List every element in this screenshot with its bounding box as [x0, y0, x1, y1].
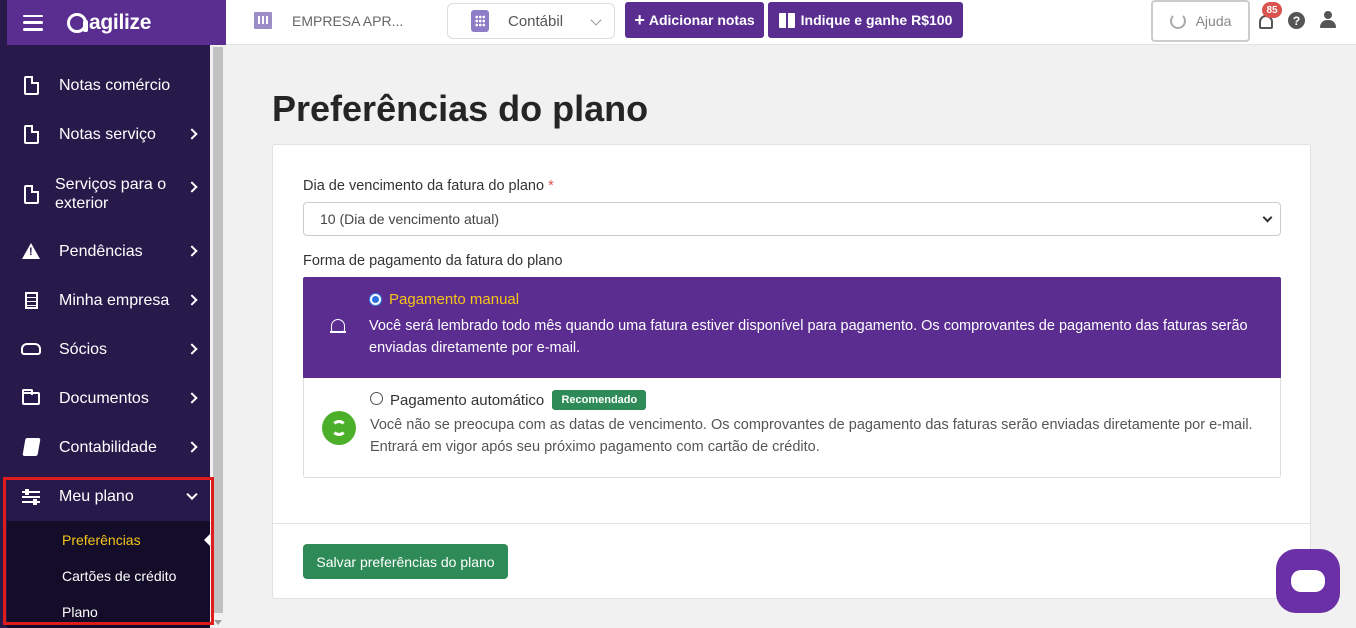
radio-automatic[interactable] — [370, 392, 383, 405]
submenu-item-cartoes[interactable]: Cartões de crédito — [62, 568, 176, 584]
chevron-down-icon — [1262, 212, 1273, 223]
save-preferences-button[interactable]: Salvar preferências do plano — [303, 544, 508, 579]
handshake-icon — [21, 343, 41, 355]
sidebar-item-label: Pendências — [59, 242, 143, 260]
sidebar-item-label: Notas comércio — [59, 76, 171, 94]
due-day-select[interactable]: 10 (Dia de vencimento atual) — [303, 202, 1281, 236]
chevron-down-icon — [590, 14, 602, 26]
add-notes-label: Adicionar notas — [648, 12, 755, 28]
add-notes-button[interactable]: + Adicionar notas — [625, 2, 764, 38]
sidebar-item-contabilidade[interactable]: Contabilidade — [7, 435, 210, 459]
chevron-right-icon — [186, 181, 198, 193]
company-building-icon — [254, 12, 272, 29]
sidebar-item-minha-empresa[interactable]: Minha empresa — [7, 288, 210, 312]
sidebar-item-label: Documentos — [59, 389, 149, 407]
brand-bar: agilize — [7, 0, 226, 45]
preferences-card: Dia de vencimento da fatura do plano * 1… — [272, 144, 1311, 599]
document-icon — [23, 184, 39, 204]
sidebar-item-documentos[interactable]: Documentos — [7, 386, 210, 410]
plus-icon: + — [634, 10, 645, 30]
sidebar-item-socios[interactable]: Sócios — [7, 337, 210, 361]
chevron-right-icon — [186, 441, 198, 453]
automatic-title-text: Pagamento automático — [390, 392, 545, 409]
sidebar-item-label: Sócios — [59, 340, 108, 358]
recommended-badge: Recomendado — [552, 390, 647, 410]
due-day-value: 10 (Dia de vencimento atual) — [320, 211, 499, 227]
manual-title: Pagamento manual — [389, 291, 520, 308]
page-title: Preferências do plano — [272, 88, 649, 129]
scrollbar-thumb[interactable] — [213, 47, 223, 613]
sync-icon — [322, 411, 356, 445]
payment-option-manual[interactable]: Pagamento manual Você será lembrado todo… — [303, 277, 1281, 378]
chevron-right-icon — [186, 128, 198, 140]
sidebar-item-meu-plano[interactable]: Meu plano — [7, 484, 210, 508]
bell-icon — [330, 318, 346, 336]
calculator-icon — [471, 10, 489, 32]
help-button[interactable]: Ajuda — [1151, 0, 1250, 42]
book-icon — [21, 438, 41, 456]
document-icon — [23, 124, 39, 144]
sidebar-item-label: Meu plano — [59, 487, 134, 505]
sidebar-item-label: Serviços para o exterior — [55, 176, 167, 212]
payment-option-automatic[interactable]: Pagamento automático Recomendado Você nã… — [303, 378, 1281, 478]
module-label: Contábil — [508, 12, 564, 30]
sidebar-item-label: Contabilidade — [59, 438, 157, 456]
help-refresh-icon — [1169, 13, 1186, 29]
chat-bubble-icon — [1291, 570, 1325, 592]
sidebar-item-notas-comercio[interactable]: Notas comércio — [7, 73, 210, 97]
automatic-description: Você não se preocupa com as datas de ven… — [370, 417, 1253, 455]
user-icon[interactable] — [1320, 11, 1336, 29]
chevron-down-icon — [186, 488, 198, 501]
radio-manual[interactable] — [369, 293, 382, 306]
menu-toggle-icon[interactable] — [23, 14, 43, 31]
chevron-right-icon — [186, 245, 198, 257]
required-marker: * — [548, 178, 554, 194]
document-icon — [23, 75, 39, 95]
agilize-logo-mark-icon — [67, 12, 88, 33]
submenu-item-plano[interactable]: Plano — [62, 604, 98, 620]
automatic-title: Pagamento automático Recomendado — [390, 390, 647, 410]
chevron-right-icon — [186, 294, 198, 306]
sidebar-item-servicos-exterior[interactable]: Serviços para o exterior — [7, 173, 210, 215]
due-day-label: Dia de vencimento da fatura do plano * — [303, 178, 554, 194]
sidebar-item-pendencias[interactable]: Pendências — [7, 239, 210, 263]
module-select[interactable]: Contábil — [447, 3, 615, 39]
chevron-right-icon — [186, 392, 198, 404]
gift-icon — [778, 12, 795, 28]
sliders-icon — [22, 488, 40, 505]
sidebar-item-label: Notas serviço — [59, 125, 156, 143]
sidebar-nav: Notas comércio Notas serviço Serviços pa… — [7, 45, 210, 628]
due-day-label-text: Dia de vencimento da fatura do plano — [303, 178, 545, 194]
submenu-item-preferencias[interactable]: Preferências — [62, 532, 141, 548]
company-name: EMPRESA APR... — [292, 12, 404, 29]
chat-button[interactable] — [1276, 549, 1340, 613]
refer-label: Indique e ganhe R$100 — [800, 12, 953, 28]
sidebar-scrollbar[interactable] — [210, 45, 226, 628]
card-divider — [273, 523, 1310, 524]
question-icon[interactable]: ? — [1288, 12, 1305, 29]
help-label: Ajuda — [1195, 13, 1232, 29]
submenu-meu-plano: Preferências Cartões de crédito Plano — [7, 521, 210, 628]
notifications-badge: 85 — [1262, 2, 1282, 18]
agilize-logo[interactable]: agilize — [67, 11, 151, 35]
folder-open-icon — [22, 388, 40, 405]
building-icon — [24, 291, 38, 309]
sidebar-item-label: Minha empresa — [59, 291, 170, 309]
refer-button[interactable]: Indique e ganhe R$100 — [768, 2, 963, 38]
topbar: EMPRESA APR... Contábil + Adicionar nota… — [226, 0, 1356, 45]
payment-method-label: Forma de pagamento da fatura do plano — [303, 253, 563, 269]
manual-description: Você será lembrado todo mês quando uma f… — [369, 318, 1248, 356]
scroll-down-arrow-icon[interactable] — [214, 620, 222, 625]
brand-name: agilize — [89, 10, 152, 34]
warning-icon — [22, 243, 40, 259]
sidebar-item-notas-servico[interactable]: Notas serviço — [7, 122, 210, 146]
company-selector[interactable]: EMPRESA APR... — [254, 12, 403, 29]
chevron-right-icon — [186, 343, 198, 355]
